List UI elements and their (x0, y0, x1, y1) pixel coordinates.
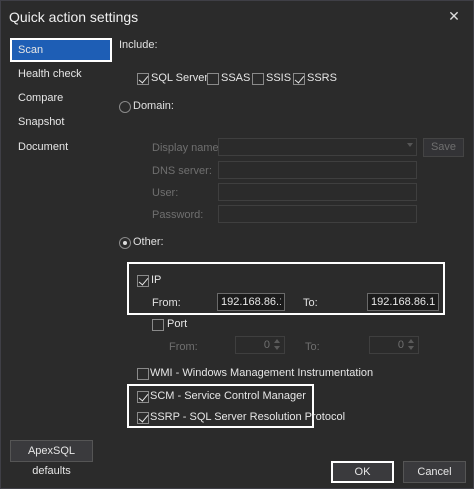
ok-button[interactable]: OK (331, 461, 394, 483)
dns-server-label: DNS server: (152, 165, 212, 177)
ssis-checkbox[interactable] (252, 73, 264, 85)
wmi-label: WMI - Windows Management Instrumentation (150, 367, 374, 379)
port-to-label: To: (305, 341, 320, 353)
sql-server-label: SQL Server (151, 72, 209, 84)
wmi-checkbox[interactable] (137, 368, 149, 380)
sidebar-item-snapshot[interactable]: Snapshot (10, 110, 112, 134)
ip-label: IP (151, 274, 162, 286)
domain-radio[interactable] (119, 101, 131, 113)
quick-action-settings-dialog: Quick action settings ✕ Scan Health chec… (0, 0, 474, 489)
save-button[interactable]: Save (423, 138, 464, 157)
password-input[interactable] (218, 205, 417, 223)
ip-from-label: From: (152, 297, 181, 309)
close-icon[interactable]: ✕ (445, 7, 463, 25)
port-from-stepper[interactable]: 0 (235, 336, 285, 354)
display-name-combo[interactable] (218, 138, 417, 156)
title-bar: Quick action settings ✕ (1, 1, 473, 33)
ip-to-label: To: (303, 297, 318, 309)
domain-label: Domain: (133, 100, 174, 112)
sidebar-item-health-check[interactable]: Health check (10, 62, 112, 86)
ssis-label: SSIS (266, 72, 292, 84)
scm-checkbox[interactable] (137, 391, 149, 403)
chevron-down-icon (407, 143, 413, 147)
port-label: Port (167, 318, 188, 330)
ssrp-label: SSRP - SQL Server Resolution Protocol (150, 411, 346, 423)
dns-server-input[interactable] (218, 161, 417, 179)
dialog-title: Quick action settings (9, 9, 139, 25)
ssrp-checkbox[interactable] (137, 412, 149, 424)
other-radio[interactable] (119, 237, 131, 249)
sql-server-checkbox[interactable] (137, 73, 149, 85)
port-from-value: 0 (263, 339, 270, 351)
display-name-label: Display name: (152, 142, 222, 154)
cancel-button[interactable]: Cancel (403, 461, 466, 483)
ip-to-input[interactable] (367, 293, 439, 311)
ssrs-checkbox[interactable] (293, 73, 305, 85)
port-to-value: 0 (397, 339, 404, 351)
ip-checkbox[interactable] (137, 275, 149, 287)
sidebar: Scan Health check Compare Snapshot Docum… (1, 35, 113, 455)
port-from-label: From: (169, 341, 198, 353)
sidebar-item-compare[interactable]: Compare (10, 86, 112, 110)
ssas-label: SSAS (221, 72, 251, 84)
sidebar-item-document[interactable]: Document (10, 135, 112, 159)
ip-from-input[interactable] (217, 293, 285, 311)
user-label: User: (152, 187, 179, 199)
password-label: Password: (152, 209, 204, 221)
include-label: Include: (119, 39, 158, 51)
port-checkbox[interactable] (152, 319, 164, 331)
user-input[interactable] (218, 183, 417, 201)
sidebar-item-scan[interactable]: Scan (10, 38, 112, 62)
ssas-checkbox[interactable] (207, 73, 219, 85)
ssrs-label: SSRS (307, 72, 337, 84)
scm-label: SCM - Service Control Manager (150, 390, 306, 402)
other-label: Other: (133, 236, 164, 248)
spinner-arrows-icon[interactable] (273, 338, 282, 352)
port-to-stepper[interactable]: 0 (369, 336, 419, 354)
spinner-arrows-icon[interactable] (407, 338, 416, 352)
apexsql-defaults-button[interactable]: ApexSQL defaults (10, 440, 93, 477)
